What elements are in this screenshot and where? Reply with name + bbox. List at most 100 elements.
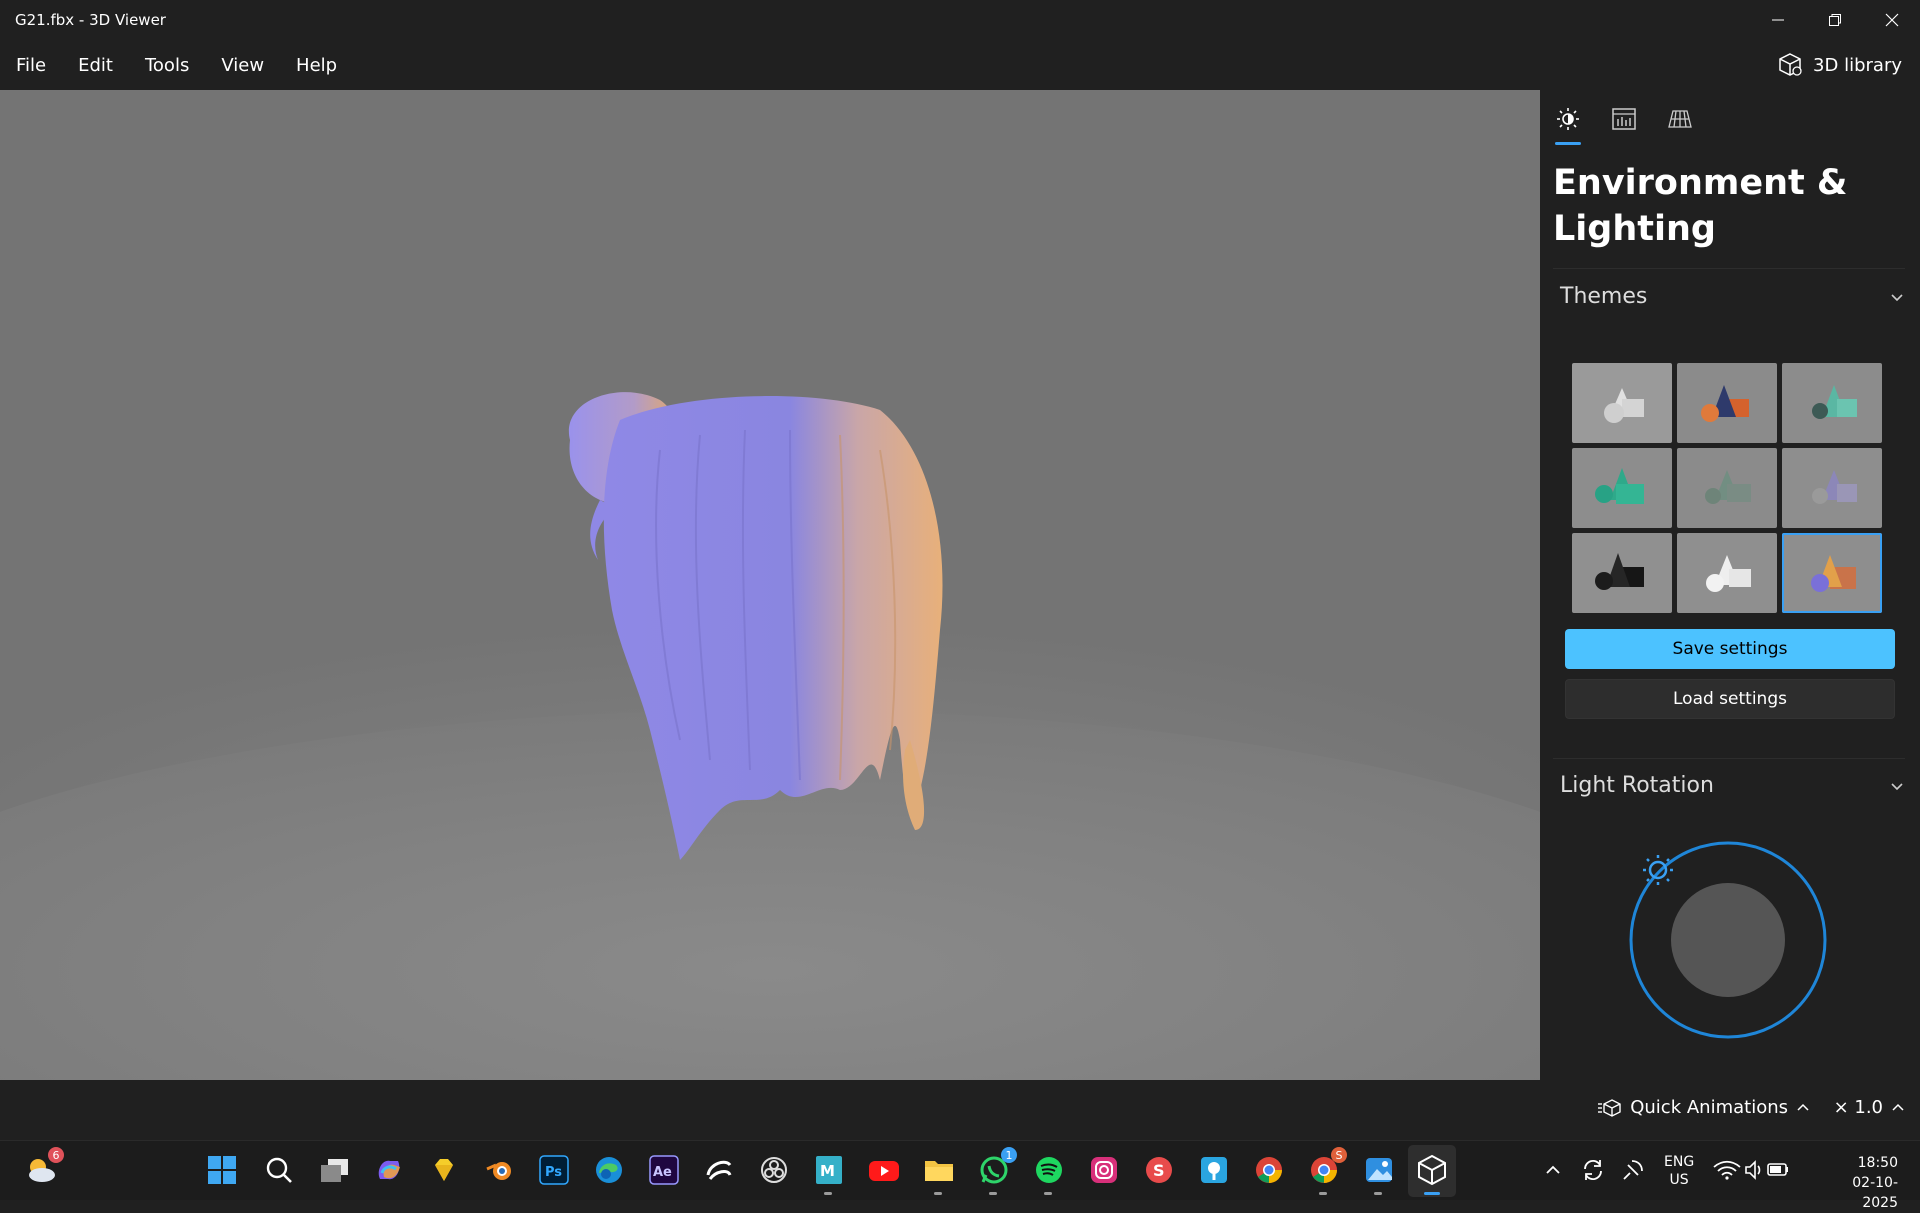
menu-view[interactable]: View [205,55,280,76]
themes-header[interactable]: Themes [1560,284,1905,309]
load-settings-button[interactable]: Load settings [1565,679,1895,719]
clock-time: 18:50 [1857,1155,1898,1171]
tray-overflow-button[interactable] [1536,1153,1570,1187]
themes-label: Themes [1560,284,1648,309]
menu-help[interactable]: Help [280,55,353,76]
restore-icon [1828,14,1841,26]
region-label: US [1669,1172,1689,1188]
copilot-app[interactable] [372,1153,406,1187]
spotify-icon [1036,1157,1062,1183]
clock[interactable]: 18:50 02-10-2025 [1818,1153,1898,1213]
svg-text:Ps: Ps [545,1165,562,1180]
3d-viewer-app[interactable] [1415,1153,1449,1195]
theme-thumb[interactable] [1782,363,1882,443]
task-view-button[interactable] [317,1153,351,1187]
theme-thumb[interactable] [1572,363,1672,443]
minimize-icon [1771,19,1784,21]
after-effects-icon: Ae [649,1155,679,1185]
theme-thumb[interactable] [1782,448,1882,528]
spotify-app[interactable] [1032,1153,1066,1195]
photos-app[interactable] [1362,1153,1396,1195]
network-activity-icon[interactable] [1616,1153,1650,1187]
theme-thumb[interactable] [1677,448,1777,528]
3d-library-label: 3D library [1813,54,1902,76]
3d-viewer-cube-icon [1418,1154,1446,1186]
3d-library-button[interactable]: 3D library [1777,52,1902,78]
language-label: ENG [1664,1154,1695,1170]
chrome-app[interactable] [1252,1153,1286,1187]
youtube-icon [869,1161,899,1181]
menu-edit[interactable]: Edit [62,55,129,76]
light-rotation-label: Light Rotation [1560,773,1714,798]
running-indicator [824,1192,832,1195]
svg-text:Ae: Ae [653,1165,672,1180]
language-indicator[interactable]: ENG US [1664,1153,1694,1189]
obs-app[interactable] [757,1153,791,1187]
svg-text:S: S [1153,1161,1165,1180]
weather-widget[interactable]: 6 [24,1147,64,1187]
window-controls [1749,0,1920,40]
search-button[interactable] [262,1153,296,1187]
title-bar: G21.fbx - 3D Viewer [0,0,1920,40]
grid-floor-icon [1668,110,1692,128]
running-indicator [1374,1192,1382,1195]
wifi-volume-battery-icons [1713,1160,1788,1180]
sync-tray-icon[interactable] [1576,1153,1610,1187]
chevron-up-icon [1892,1103,1904,1111]
theme-thumb[interactable] [1572,448,1672,528]
edge-browser-icon [596,1157,622,1183]
quick-animations-button[interactable]: Quick Animations [1598,1097,1810,1118]
sketch-app[interactable] [427,1153,461,1187]
light-rotation-header[interactable]: Light Rotation [1560,773,1905,798]
instagram-app[interactable] [1087,1153,1121,1187]
windows-start-icon [208,1156,236,1184]
vpn-app[interactable] [702,1153,736,1187]
sync-icon [1584,1159,1602,1181]
copilot-icon [378,1160,400,1180]
light-rotation-dial[interactable] [1617,820,1837,1040]
sbi-app[interactable] [1197,1153,1231,1187]
file-explorer-app[interactable] [922,1153,956,1195]
quick-settings-button[interactable] [1710,1153,1794,1187]
diamond-app-icon [435,1159,453,1181]
chrome-profile-app[interactable]: S [1307,1147,1347,1195]
tab-grid-views[interactable] [1652,90,1708,148]
divider [1553,758,1905,759]
menu-file[interactable]: File [0,55,62,76]
playback-speed-button[interactable]: × 1.0 [1834,1097,1905,1118]
quick-animations-label: Quick Animations [1630,1097,1788,1118]
save-settings-button[interactable]: Save settings [1565,629,1895,669]
stats-chart-icon [1612,108,1636,130]
start-button[interactable] [205,1153,239,1187]
after-effects-app[interactable]: Ae [647,1153,681,1187]
panel-title: Environment & Lighting [1553,160,1893,252]
bank-app-icon [1201,1157,1227,1183]
theme-thumb-selected[interactable] [1782,533,1882,613]
tab-environment-lighting[interactable] [1540,90,1596,148]
close-button[interactable] [1863,0,1920,40]
blender-app[interactable] [482,1153,516,1187]
theme-thumb[interactable] [1677,363,1777,443]
tab-stats-shading[interactable] [1596,90,1652,148]
animation-bar: Quick Animations × 1.0 [0,1080,1920,1140]
youtube-app[interactable] [867,1153,901,1187]
substance-app[interactable]: S [1142,1153,1176,1187]
theme-thumb[interactable] [1677,533,1777,613]
minimize-button[interactable] [1749,0,1806,40]
maya-app[interactable]: M [812,1153,846,1195]
swirl-app-icon [706,1160,732,1180]
menu-tools[interactable]: Tools [129,55,205,76]
photoshop-app[interactable]: Ps [537,1153,571,1187]
search-icon [266,1157,292,1183]
weather-badge: 6 [48,1147,64,1163]
whatsapp-badge: 1 [1001,1147,1017,1163]
edge-app[interactable] [592,1153,626,1187]
restore-button[interactable] [1806,0,1863,40]
3d-viewport[interactable] [0,90,1540,1080]
sun-icon [1557,108,1579,130]
chevron-down-icon [1891,782,1903,790]
whatsapp-app[interactable]: 1 [977,1147,1017,1195]
svg-text:M: M [820,1162,835,1180]
theme-thumb[interactable] [1572,533,1672,613]
menu-bar: File Edit Tools View Help [0,40,1920,90]
